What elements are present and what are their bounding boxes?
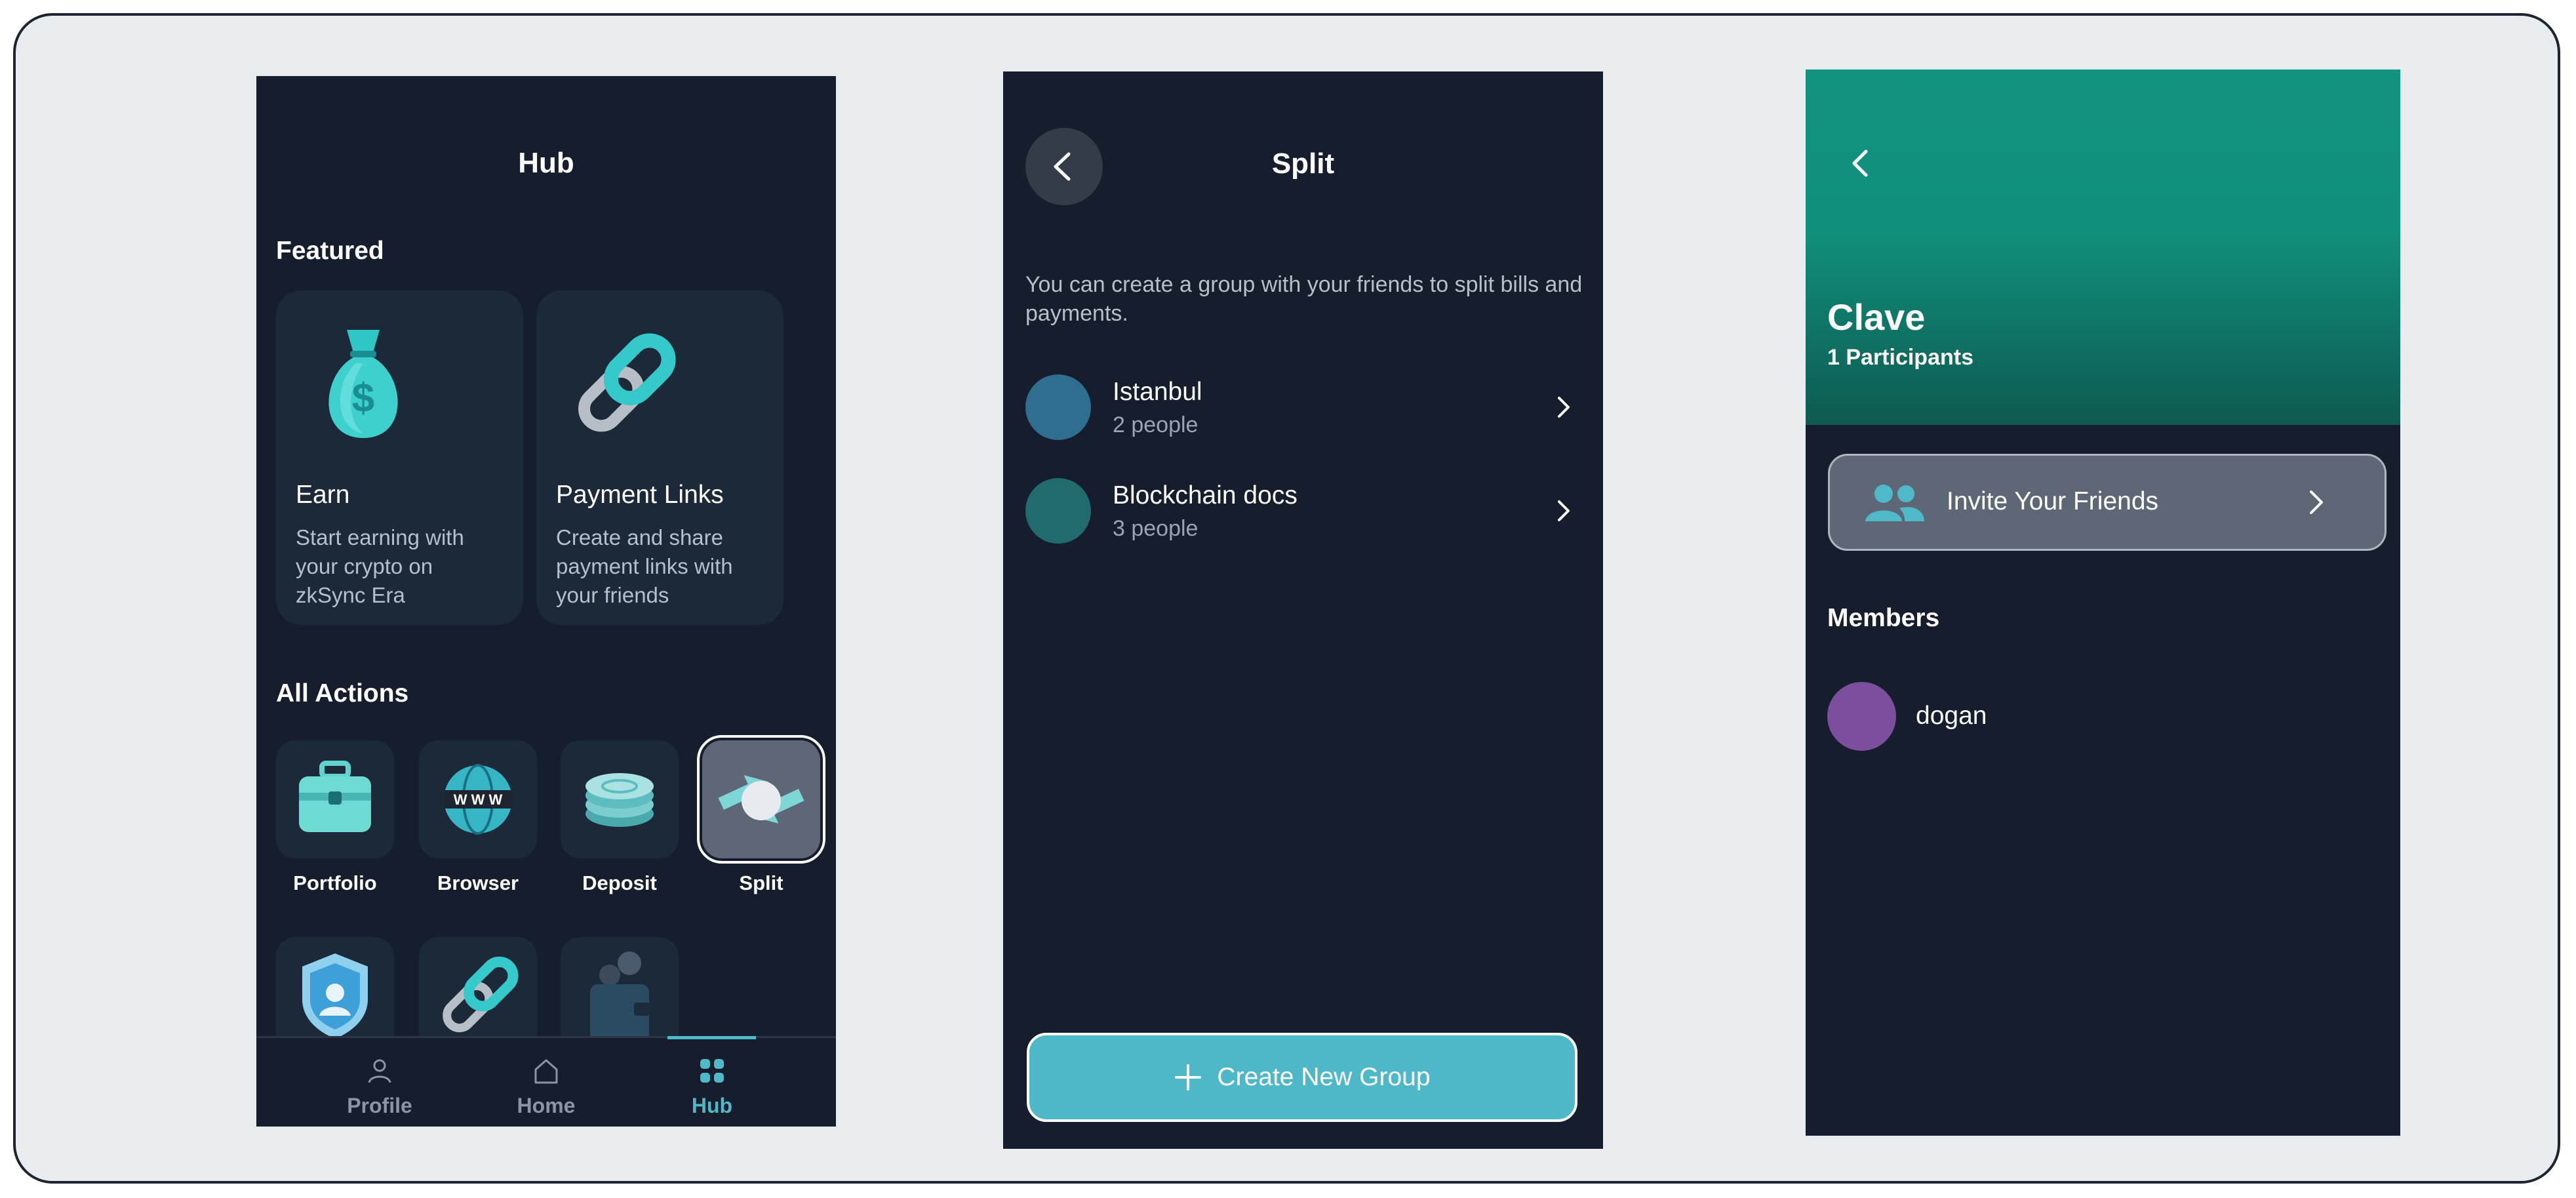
create-new-group-button[interactable]: Create New Group (1027, 1033, 1577, 1122)
chevron-right-icon (1558, 397, 1570, 418)
invite-label: Invite Your Friends (1947, 487, 2159, 515)
payment-links-card[interactable]: Payment Links Create and share payment l… (536, 290, 783, 625)
money-bag-icon: $ (328, 330, 398, 438)
users-icon (1865, 485, 1924, 521)
members-heading: Members (1827, 604, 1940, 632)
group-avatar (1025, 374, 1091, 440)
invite-friends-button[interactable]: Invite Your Friends (1828, 454, 2387, 551)
chevron-left-icon[interactable] (1842, 145, 1879, 182)
tab-label: Profile (347, 1094, 412, 1117)
svg-text:$: $ (352, 376, 374, 421)
action-portfolio[interactable]: Portfolio (276, 740, 394, 895)
coins-icon (585, 773, 654, 827)
tab-label: Home (517, 1094, 576, 1117)
payment-links-description: Create and share payment links with your… (556, 525, 733, 607)
chevron-right-icon (1558, 500, 1570, 521)
page-title: Split (1271, 148, 1335, 180)
earn-card[interactable]: $ Earn Start earning with your crypto on… (276, 290, 523, 625)
page-title: Hub (518, 147, 574, 179)
chain-link-icon (578, 333, 676, 432)
action-split[interactable]: Split (697, 735, 825, 895)
split-arrows-icon (718, 775, 804, 824)
group-count: 3 people (1113, 516, 1199, 541)
grid-icon (700, 1059, 724, 1083)
group-title: Clave (1827, 296, 1926, 338)
group-name: Istanbul (1113, 378, 1202, 406)
group-detail-screen: Clave 1 Participants Invite Your Friends… (1806, 70, 2400, 1136)
action-label: Split (739, 871, 783, 894)
group-name: Blockchain docs (1113, 481, 1298, 509)
action-label: Deposit (582, 871, 657, 894)
group-item-istanbul[interactable]: Istanbul 2 people (1025, 374, 1583, 440)
briefcase-icon (299, 761, 371, 832)
payment-links-title: Payment Links (556, 481, 724, 509)
tab-label: Hub (691, 1094, 733, 1117)
split-description: You can create a group with your friends… (1025, 272, 1583, 326)
earn-description: Start earning with your crypto on zkSync… (296, 525, 464, 607)
action-label: Portfolio (293, 871, 377, 894)
action-deposit[interactable]: Deposit (561, 740, 679, 895)
all-actions-heading: All Actions (276, 679, 409, 708)
tab-profile[interactable]: Profile (330, 1056, 429, 1118)
person-icon (368, 1059, 391, 1083)
svg-text:W W W: W W W (454, 791, 503, 808)
hub-screen: Hub Featured $ Earn Start earning with y… (256, 76, 836, 1127)
globe-www-icon: W W W (444, 764, 512, 835)
chevron-right-icon (2310, 490, 2323, 514)
tab-hub[interactable]: Hub (663, 1056, 761, 1118)
avatar (1827, 682, 1896, 751)
group-avatar (1025, 478, 1091, 544)
group-item-blockchain-docs[interactable]: Blockchain docs 3 people (1025, 478, 1583, 544)
bottom-tab-bar: Profile Home Hub (256, 1036, 836, 1127)
featured-heading: Featured (276, 237, 384, 265)
member-name: dogan (1916, 702, 1987, 730)
action-browser[interactable]: W W W Browser (419, 740, 537, 895)
participants-count: 1 Participants (1827, 345, 1973, 370)
home-icon (534, 1059, 558, 1084)
plus-icon (1175, 1064, 1202, 1090)
split-screen: Split You can create a group with your f… (1003, 71, 1603, 1149)
action-label: Browser (437, 871, 519, 894)
group-header: Clave 1 Participants (1806, 70, 2400, 425)
active-tab-indicator (667, 1036, 756, 1039)
group-count: 2 people (1113, 412, 1199, 437)
tab-home[interactable]: Home (497, 1056, 595, 1118)
create-button-label: Create New Group (1217, 1063, 1431, 1091)
earn-title: Earn (296, 481, 350, 509)
showcase-frame: Hub Featured $ Earn Start earning with y… (13, 13, 2560, 1184)
